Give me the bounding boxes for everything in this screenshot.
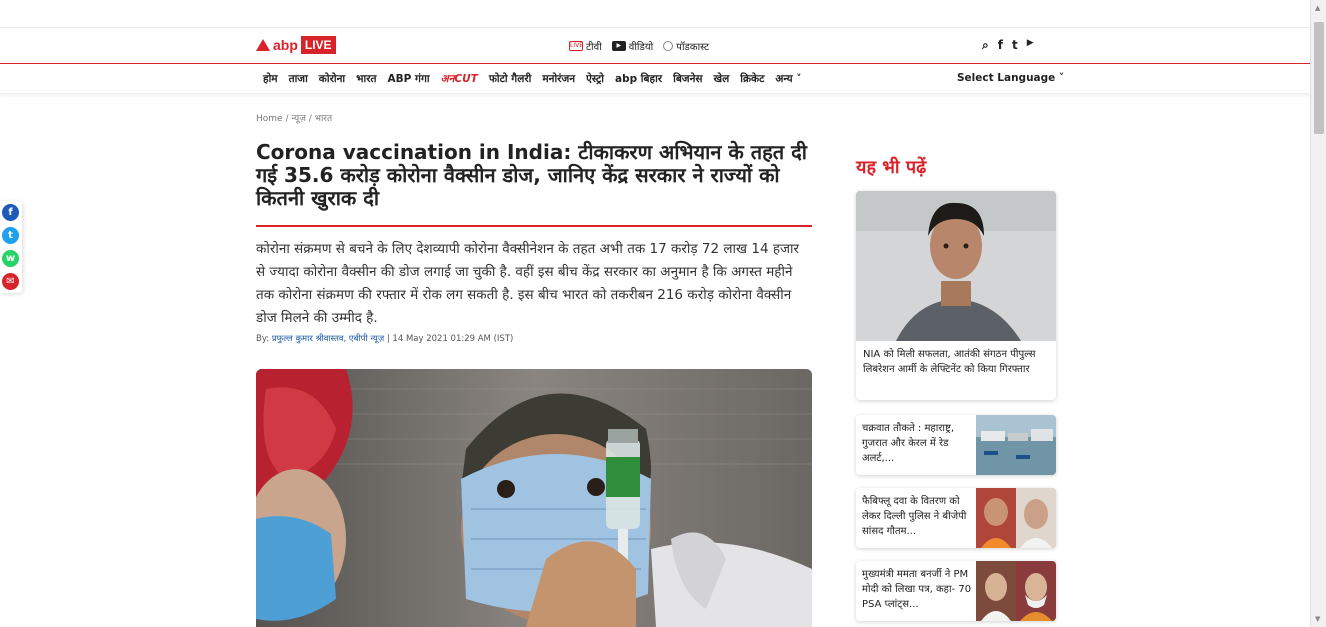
youtube-icon[interactable]: ▶ <box>1027 38 1034 53</box>
vaccine-photo <box>256 369 812 627</box>
featured-story-card[interactable]: NIA को मिली सफलता, आतंकी संगठन पीपुल्स ल… <box>856 191 1056 400</box>
story-card-title: चक्रवात तौकते : महाराष्ट्र, गुजरात और के… <box>862 423 955 464</box>
article-hero-image[interactable] <box>256 369 812 627</box>
nav-item-home[interactable]: होम <box>263 72 278 86</box>
article-byline: By: प्रफुल्ल कुमार श्रीवास्तव, एबीपी न्य… <box>256 333 513 344</box>
nav-item-cricket[interactable]: क्रिकेट <box>740 72 764 86</box>
story-card[interactable]: चक्रवात तौकते : महाराष्ट्र, गुजरात और के… <box>856 415 1056 475</box>
story-card[interactable]: फैबिफ्लू दवा के वितरण को लेकर दिल्ली पुल… <box>856 488 1056 548</box>
story-card-thumbnail <box>976 561 1056 621</box>
logo-live-badge: LIVE <box>300 36 336 54</box>
person-photo <box>856 191 1056 341</box>
media-link-label: वीडियो <box>628 42 654 53</box>
author-link[interactable]: प्रफुल्ल कुमार श्रीवास्तव, एबीपी न्यूज़ <box>272 334 384 344</box>
nav-item-uncut[interactable]: अनCUT <box>441 72 478 86</box>
video-icon: ▶ <box>611 41 626 51</box>
mail-share-icon[interactable]: ✉ <box>2 273 19 290</box>
header-social-icons: ⌕ f t ▶ <box>982 38 1034 53</box>
podcast-icon <box>663 41 674 51</box>
media-link-label: टीवी <box>586 42 602 53</box>
title-divider <box>256 225 812 227</box>
story-card[interactable]: मुख्यमंत्री ममता बनर्जी ने PM मोदी को लि… <box>856 561 1056 621</box>
nav-item-corona[interactable]: कोरोना <box>319 72 345 86</box>
nav-item-business[interactable]: बिजनेस <box>673 72 702 86</box>
share-bar: f t w ✉ <box>0 201 22 293</box>
story-card-thumbnail <box>976 488 1056 548</box>
nav-item-india[interactable]: भारत <box>356 72 376 86</box>
facebook-icon[interactable]: f <box>998 38 1003 53</box>
scroll-down-icon[interactable]: ▼ <box>1315 615 1320 623</box>
whatsapp-share-icon[interactable]: w <box>2 250 19 267</box>
story-card-thumbnail <box>976 415 1056 475</box>
media-link-podcast[interactable]: पॉडकास्ट <box>663 39 709 53</box>
tv-icon: LIVE <box>569 41 584 51</box>
article-title: Corona vaccination in India: टीकाकरण अभि… <box>256 140 807 210</box>
media-link-tv[interactable]: LIVE टीवी <box>569 39 602 53</box>
page-scrollbar[interactable]: ▲ ▼ <box>1310 0 1326 627</box>
scroll-up-icon[interactable]: ▲ <box>1315 4 1320 12</box>
nav-item-latest[interactable]: ताजा <box>289 72 308 86</box>
nav-item-abp-ganga[interactable]: ABP गंगा <box>388 72 430 86</box>
nav-item-photo-gallery[interactable]: फोटो गैलरी <box>489 72 532 86</box>
twitter-icon[interactable]: t <box>1012 38 1018 53</box>
twitter-share-icon[interactable]: t <box>2 227 19 244</box>
main-nav: होम ताजा कोरोना भारत ABP गंगा अनCUT फोटो… <box>0 64 1326 94</box>
logo-text: abp <box>273 37 298 53</box>
select-language-dropdown[interactable]: Select Language ˅ <box>957 72 1064 84</box>
facebook-share-icon[interactable]: f <box>2 204 19 221</box>
nav-item-abp-bihar[interactable]: abp बिहार <box>615 72 662 86</box>
also-read-heading: यह भी पढ़ें <box>856 157 927 178</box>
logo-triangle-icon <box>256 39 270 51</box>
scrollbar-thumb[interactable] <box>1314 22 1324 134</box>
story-card-title: फैबिफ्लू दवा के वितरण को लेकर दिल्ली पुल… <box>862 496 967 537</box>
byline-prefix: By: <box>256 334 272 344</box>
featured-story-image <box>856 191 1056 341</box>
story-card-title: मुख्यमंत्री ममता बनर्जी ने PM मोदी को लि… <box>862 569 972 610</box>
site-header: abp LIVE LIVE टीवी ▶ वीडियो पॉडकास्ट ⌕ f… <box>0 28 1326 64</box>
breadcrumb[interactable]: Home / न्यूज़ / भारत <box>256 111 332 124</box>
nav-item-others[interactable]: अन्य ˅ <box>775 72 801 86</box>
media-link-label: पॉडकास्ट <box>676 42 710 53</box>
nav-list: होम ताजा कोरोना भारत ABP गंगा अनCUT फोटो… <box>263 72 802 86</box>
nav-item-entertainment[interactable]: मनोरंजन <box>542 72 575 86</box>
abp-live-logo[interactable]: abp LIVE <box>256 36 336 54</box>
media-links: LIVE टीवी ▶ वीडियो पॉडकास्ट <box>569 39 709 53</box>
nav-item-sports[interactable]: खेल <box>714 72 730 86</box>
article-summary: कोरोना संक्रमण से बचने के लिए देशव्यापी … <box>256 241 800 326</box>
browser-top-gap <box>0 0 1326 28</box>
publish-date: | 14 May 2021 01:29 AM (IST) <box>384 334 514 344</box>
search-icon[interactable]: ⌕ <box>982 38 989 53</box>
media-link-video[interactable]: ▶ वीडियो <box>611 39 654 53</box>
featured-story-title: NIA को मिली सफलता, आतंकी संगठन पीपुल्स ल… <box>863 349 1036 375</box>
nav-item-astro[interactable]: ऐस्ट्रो <box>586 72 604 86</box>
